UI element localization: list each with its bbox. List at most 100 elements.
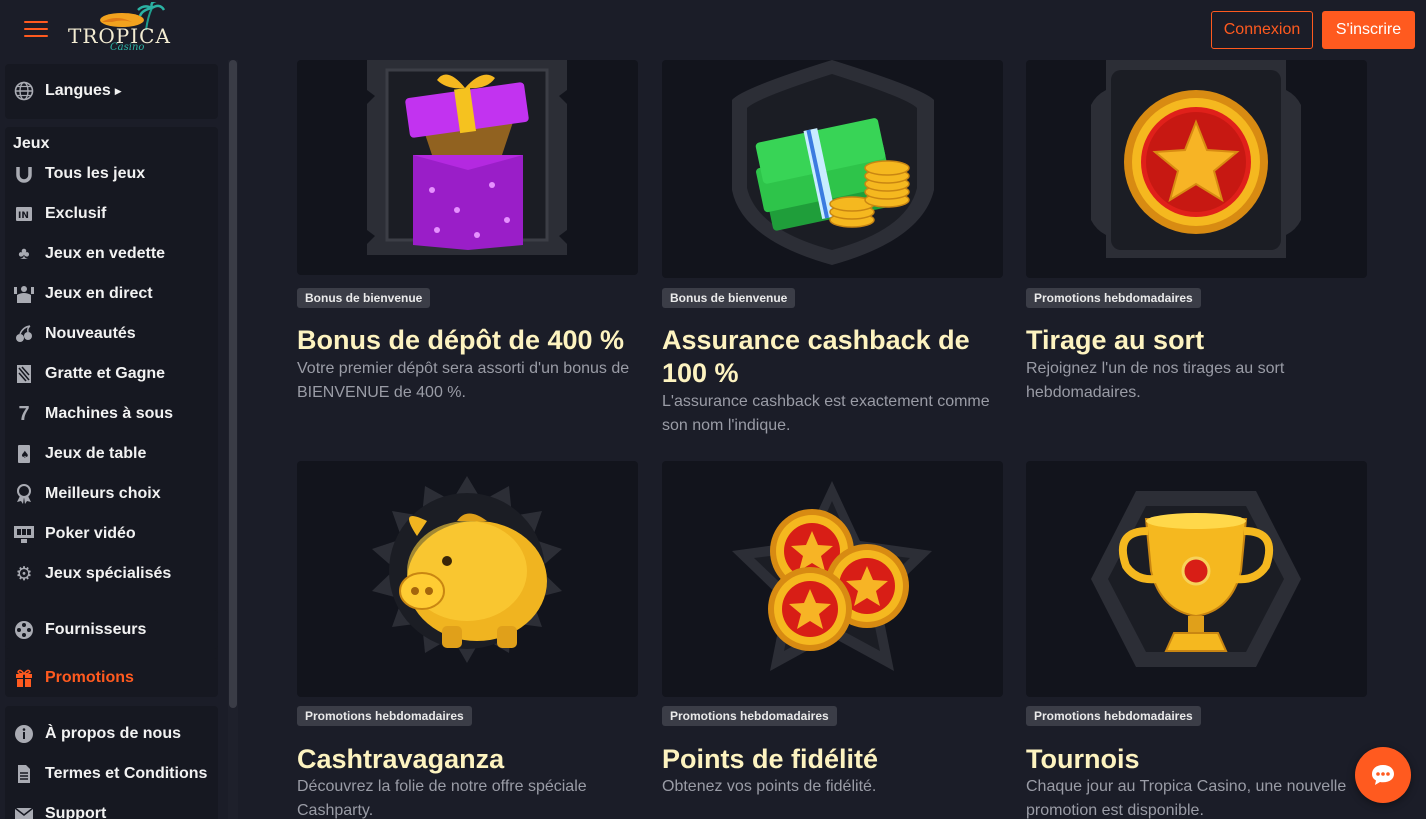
promo-card[interactable]: Promotions hebdomadaires Tirage au sort … (1026, 60, 1367, 440)
sidebar-item-top-picks[interactable]: Meilleurs choix (13, 479, 218, 509)
promo-card[interactable]: Promotions hebdomadaires Points de fidél… (662, 461, 1003, 819)
sidebar-item-table-games[interactable]: ♠ Jeux de table (13, 439, 218, 469)
star-coins-icon (732, 481, 932, 671)
svg-text:♠: ♠ (21, 450, 30, 461)
promo-card[interactable]: Promotions hebdomadaires Tournois Chaque… (1026, 461, 1367, 819)
sidebar-item-languages[interactable]: Langues ▶ (13, 76, 218, 106)
sidebar-item-all-games[interactable]: Tous les jeux (13, 159, 218, 189)
sidebar-item-support[interactable]: Support (13, 799, 218, 819)
sidebar-info-block: À propos de nous Termes et Conditions Su… (5, 706, 218, 819)
games-heading: Jeux (13, 135, 50, 152)
sidebar-item-slots[interactable]: 7 Machines à sous (13, 399, 218, 429)
chat-button[interactable] (1355, 747, 1411, 803)
sidebar-item-promotions[interactable]: Promotions (13, 663, 218, 693)
scrollbar-thumb[interactable] (229, 60, 237, 708)
promo-title: Cashtravaganza (297, 744, 505, 774)
sidebar-promotions-block: Promotions (5, 658, 218, 697)
promo-description: Rejoignez l'un de nos tirages au sort he… (1026, 360, 1285, 401)
promo-card-image (1026, 60, 1367, 278)
promo-description: Chaque jour au Tropica Casino, une nouve… (1026, 778, 1347, 819)
promo-tag: Promotions hebdomadaires (662, 706, 837, 726)
promo-title: Points de fidélité (662, 744, 879, 774)
header: TROPICA Casino Connexion S'inscrire (0, 0, 1426, 60)
film-reel-icon (13, 619, 35, 641)
hamburger-icon[interactable] (24, 19, 48, 39)
promo-card-image (1026, 461, 1367, 697)
sidebar-item-label: Jeux de table (45, 445, 147, 462)
trophy-icon (1091, 491, 1301, 667)
exclusive-icon: IN (13, 203, 35, 225)
sidebar-games-block: Jeux Tous les jeux IN Exclusif ♣ Jeux en… (5, 127, 218, 662)
card-spade-icon: ♠ (13, 443, 35, 465)
sidebar-item-label: À propos de nous (45, 725, 181, 742)
sidebar-item-label: Termes et Conditions (45, 765, 208, 782)
sidebar-item-scratch[interactable]: Gratte et Gagne (13, 359, 218, 389)
sidebar-item-live[interactable]: Jeux en direct (13, 279, 218, 309)
promo-description: L'assurance cashback est exactement comm… (662, 393, 990, 434)
promo-description: Découvrez la folie de notre offre spécia… (297, 778, 587, 819)
sidebar-item-label: Machines à sous (45, 405, 174, 422)
sidebar-scrollbar[interactable] (228, 60, 238, 819)
promo-tag: Promotions hebdomadaires (297, 706, 472, 726)
sidebar-providers-block: Fournisseurs (5, 610, 218, 649)
promo-tag: Bonus de bienvenue (297, 288, 431, 308)
promo-card[interactable]: Bonus de bienvenue Bonus de dépôt de 400… (297, 60, 638, 440)
sidebar-item-label: Exclusif (45, 205, 107, 222)
promo-card-image (662, 461, 1003, 697)
info-icon (13, 723, 35, 745)
dealer-icon (13, 283, 35, 305)
sidebar-item-exclusive[interactable]: IN Exclusif (13, 199, 218, 229)
globe-icon (13, 80, 35, 102)
horseshoe-icon (13, 163, 35, 185)
promo-card[interactable]: Bonus de bienvenue Assurance cashback de… (662, 60, 1003, 440)
sidebar-item-label: Poker vidéo (45, 525, 136, 542)
promo-tag: Promotions hebdomadaires (1026, 706, 1201, 726)
video-poker-icon (13, 523, 35, 545)
sidebar-item-about[interactable]: À propos de nous (13, 719, 218, 749)
scratch-card-icon (13, 363, 35, 385)
promo-title: Tirage au sort (1026, 325, 1205, 355)
sidebar-item-label: Gratte et Gagne (45, 365, 166, 382)
caret-right-icon: ▶ (114, 85, 122, 96)
sidebar-item-label: Jeux spécialisés (45, 565, 172, 582)
mail-icon (13, 803, 35, 819)
seven-icon: 7 (18, 402, 30, 425)
cash-coins-icon (732, 60, 934, 265)
logo-subtitle: Casino (110, 42, 145, 53)
promo-title: Assurance cashback de 100 % (662, 325, 970, 388)
chat-icon (1372, 765, 1394, 785)
gear-icon: ⚙ (15, 563, 33, 585)
gift-box-icon (367, 60, 567, 255)
promo-description: Votre premier dépôt sera assorti d'un bo… (297, 360, 630, 401)
promo-card[interactable]: Promotions hebdomadaires Cashtravaganza … (297, 461, 638, 819)
sidebar-item-providers[interactable]: Fournisseurs (13, 615, 218, 645)
piggy-bank-icon (372, 476, 562, 663)
sidebar-item-label: Support (45, 805, 107, 819)
star-medal-icon (1091, 60, 1301, 258)
sidebar-item-new[interactable]: Nouveautés (13, 319, 218, 349)
login-button[interactable]: Connexion (1211, 11, 1313, 49)
sidebar-item-specialty[interactable]: ⚙ Jeux spécialisés (13, 559, 218, 589)
document-icon (13, 763, 35, 785)
clover-icon: ♣ (18, 244, 30, 263)
logo[interactable]: TROPICA Casino (66, 2, 170, 56)
sidebar-item-label: Fournisseurs (45, 621, 147, 638)
sidebar-item-label: Jeux en vedette (45, 245, 166, 262)
promo-card-image (297, 461, 638, 697)
promo-tag: Promotions hebdomadaires (1026, 288, 1201, 308)
promo-tag: Bonus de bienvenue (662, 288, 796, 308)
sidebar-item-label: Jeux en direct (45, 285, 153, 302)
gift-icon (13, 667, 35, 689)
promo-card-image (662, 60, 1003, 278)
promo-description: Obtenez vos points de fidélité. (662, 778, 877, 795)
award-icon (13, 483, 35, 505)
promo-title: Bonus de dépôt de 400 % (297, 325, 625, 355)
signup-button[interactable]: S'inscrire (1322, 11, 1415, 49)
sidebar-item-featured[interactable]: ♣ Jeux en vedette (13, 239, 218, 269)
sidebar-item-terms[interactable]: Termes et Conditions (13, 759, 218, 789)
sidebar-item-label: Meilleurs choix (45, 485, 161, 502)
sidebar-item-label: Langues (45, 82, 111, 99)
sidebar: Langues ▶ Jeux Tous les jeux IN Exclusif… (0, 60, 228, 819)
promo-title: Tournois (1026, 744, 1140, 774)
sidebar-item-video-poker[interactable]: Poker vidéo (13, 519, 218, 549)
